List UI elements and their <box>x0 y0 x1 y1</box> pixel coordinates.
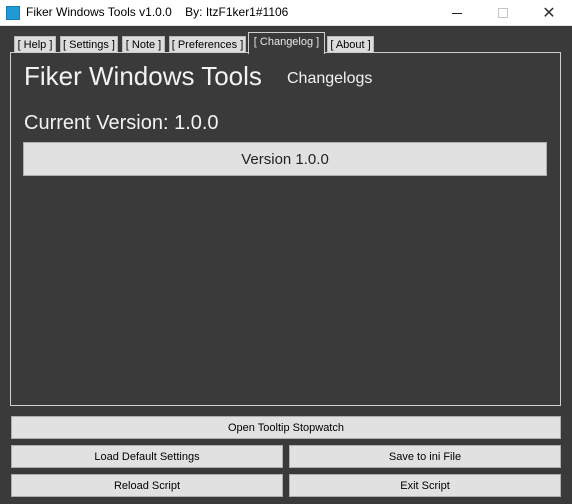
page-title: Fiker Windows Tools <box>24 61 262 91</box>
title-bar[interactable]: Fiker Windows Tools v1.0.0 By: ItzF1ker1… <box>0 0 572 26</box>
tab-label: [ Help ] <box>17 39 53 51</box>
version-button-label: Version 1.0.0 <box>241 150 329 168</box>
changelog-panel: Fiker Windows Tools Changelogs Current V… <box>10 52 561 406</box>
exit-script-button[interactable]: Exit Script <box>289 474 561 497</box>
tab-settings[interactable]: [ Settings ] <box>60 36 118 53</box>
reload-script-button[interactable]: Reload Script <box>11 474 283 497</box>
tab-label: [ About ] <box>330 39 371 51</box>
tab-preferences[interactable]: [ Preferences ] <box>169 36 246 53</box>
tab-label: [ Changelog ] <box>253 36 320 48</box>
tab-changelog[interactable]: [ Changelog ] <box>248 32 325 54</box>
current-version-label: Current Version: 1.0.0 <box>24 112 219 134</box>
open-tooltip-stopwatch-button[interactable]: Open Tooltip Stopwatch <box>11 416 561 439</box>
button-label: Load Default Settings <box>94 450 200 463</box>
button-label: Exit Script <box>400 479 450 492</box>
maximize-button[interactable] <box>480 0 526 26</box>
tab-label: [ Settings ] <box>63 39 115 51</box>
save-to-ini-file-button[interactable]: Save to ini File <box>289 445 561 468</box>
close-button[interactable]: ✕ <box>526 0 572 26</box>
minimize-icon <box>452 12 462 14</box>
tab-about[interactable]: [ About ] <box>327 36 374 53</box>
button-label: Open Tooltip Stopwatch <box>228 421 344 434</box>
app-icon[interactable] <box>6 6 20 20</box>
window-title: Fiker Windows Tools v1.0.0 By: ItzF1ker1… <box>26 5 289 19</box>
tab-label: [ Note ] <box>125 39 162 51</box>
tab-help[interactable]: [ Help ] <box>14 36 56 53</box>
load-default-settings-button[interactable]: Load Default Settings <box>11 445 283 468</box>
tab-label: [ Preferences ] <box>171 39 244 51</box>
maximize-icon <box>498 8 508 18</box>
button-label: Reload Script <box>113 479 181 492</box>
button-label: Save to ini File <box>388 450 462 463</box>
close-icon: ✕ <box>542 5 556 22</box>
minimize-button[interactable] <box>434 0 480 26</box>
page-subtitle: Changelogs <box>287 70 373 87</box>
tab-note[interactable]: [ Note ] <box>122 36 165 53</box>
version-1-0-0-button[interactable]: Version 1.0.0 <box>23 142 547 176</box>
